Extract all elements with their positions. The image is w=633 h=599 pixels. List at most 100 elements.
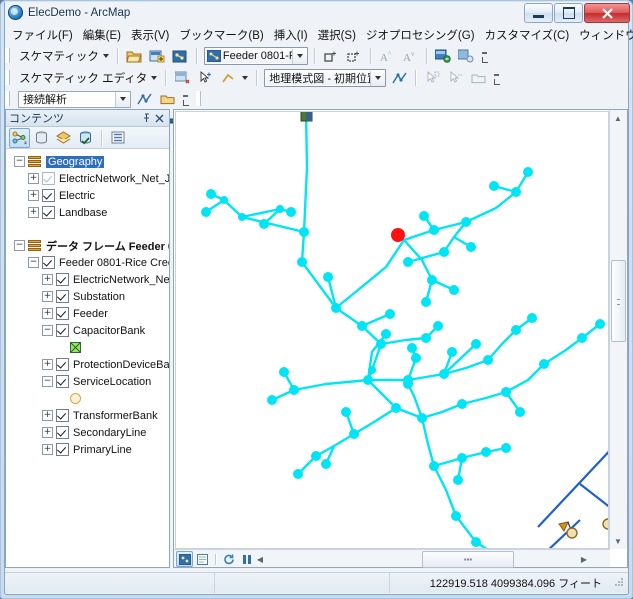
- list-by-source-icon[interactable]: [31, 128, 52, 148]
- layer-visibility-checkbox[interactable]: [56, 324, 69, 337]
- collapse-icon[interactable]: −: [28, 257, 39, 268]
- menu-edit[interactable]: 編集(E): [78, 24, 126, 46]
- toc-layer-servicelocation[interactable]: − ServiceLocation: [6, 373, 169, 390]
- toolbar-grip[interactable]: [196, 91, 202, 106]
- toc-layer-electric[interactable]: + Electric: [6, 187, 169, 204]
- save-edits-icon[interactable]: [172, 68, 193, 89]
- pin-icon[interactable]: [140, 112, 153, 125]
- vertical-scroll-thumb[interactable]: [611, 260, 626, 342]
- menu-customize[interactable]: カスタマイズ(C): [480, 24, 575, 46]
- expand-icon[interactable]: +: [28, 207, 39, 218]
- horizontal-scroll-thumb[interactable]: ▪▪▪: [422, 551, 514, 568]
- toc-dataframe-geography[interactable]: − Geography: [6, 153, 169, 170]
- toolbar-grip[interactable]: [5, 91, 10, 106]
- toc-layer-electricnetwork-net[interactable]: + ElectricNetwork_Net_: [6, 271, 169, 288]
- toc-layer-primaryline[interactable]: + PrimaryLine: [6, 441, 169, 458]
- layout-view-icon[interactable]: [194, 551, 211, 567]
- expand-icon[interactable]: +: [42, 291, 53, 302]
- font-increase-icon[interactable]: A ^: [377, 46, 398, 67]
- layer-visibility-checkbox[interactable]: [56, 358, 69, 371]
- data-view-icon[interactable]: [176, 551, 193, 567]
- expand-icon[interactable]: +: [42, 444, 53, 455]
- toc-layer-capacitorbank[interactable]: − CapacitorBank: [6, 322, 169, 339]
- resize-grip-icon[interactable]: [612, 575, 624, 587]
- layer-visibility-checkbox[interactable]: [56, 273, 69, 286]
- layer-visibility-checkbox[interactable]: [42, 206, 55, 219]
- diagram-list-icon[interactable]: [456, 46, 477, 67]
- open-diagram-icon[interactable]: [124, 46, 145, 67]
- schematic-editor-menu-label[interactable]: スケマティック エディタ: [16, 70, 149, 86]
- layer-visibility-checkbox[interactable]: [56, 409, 69, 422]
- layer-visibility-checkbox[interactable]: [56, 426, 69, 439]
- chevron-down-icon[interactable]: [151, 76, 158, 80]
- menu-selection[interactable]: 選択(S): [313, 24, 361, 46]
- toc-dataframe-feeder-0801[interactable]: − データ フレーム Feeder 0801: [6, 237, 169, 254]
- toc-layer-transformerbank[interactable]: + TransformerBank: [6, 407, 169, 424]
- maximize-button[interactable]: [554, 3, 583, 23]
- minimize-button[interactable]: [524, 3, 553, 23]
- menu-window[interactable]: ウィンドウ(W): [574, 24, 633, 46]
- menu-file[interactable]: ファイル(F): [7, 24, 78, 46]
- chevron-down-icon[interactable]: [242, 76, 249, 80]
- scroll-up-button[interactable]: ▲: [610, 110, 626, 126]
- layer-visibility-checkbox[interactable]: [56, 443, 69, 456]
- create-node-icon[interactable]: [321, 46, 342, 67]
- layer-visibility-checkbox[interactable]: [56, 307, 69, 320]
- create-link-icon[interactable]: [344, 46, 365, 67]
- close-icon[interactable]: [153, 112, 166, 125]
- schematic-editor-toolbar-overflow[interactable]: [492, 69, 501, 87]
- edit-link-icon[interactable]: [218, 68, 239, 89]
- layout-algorithm-combo[interactable]: 地理模式図 - 初期位置: [264, 69, 387, 87]
- toc-layer-feeder-0801-rice-creek[interactable]: − Feeder 0801-Rice Creek: [6, 254, 169, 271]
- font-decrease-icon[interactable]: Av: [400, 46, 421, 67]
- expand-icon[interactable]: +: [42, 427, 53, 438]
- refresh-icon[interactable]: [220, 551, 237, 567]
- toolbar-grip[interactable]: [5, 70, 10, 85]
- collapse-icon[interactable]: −: [14, 240, 25, 251]
- trace-task-dropdown[interactable]: [115, 91, 131, 107]
- layer-visibility-checkbox[interactable]: [42, 172, 55, 185]
- expand-icon[interactable]: +: [42, 359, 53, 370]
- layout-algorithm-dropdown[interactable]: [370, 70, 386, 86]
- toc-layer-electricnetwork-net-junctions[interactable]: + ElectricNetwork_Net_Jun: [6, 170, 169, 187]
- select-link-icon[interactable]: [445, 68, 466, 89]
- expand-icon[interactable]: +: [42, 410, 53, 421]
- toc-layer-protectiondevicebank[interactable]: + ProtectionDeviceBank: [6, 356, 169, 373]
- map-canvas[interactable]: [175, 111, 609, 549]
- collapse-icon[interactable]: −: [42, 376, 53, 387]
- expand-icon[interactable]: +: [42, 308, 53, 319]
- trace-task-combo[interactable]: 接続解析: [18, 90, 132, 108]
- close-button[interactable]: [584, 3, 630, 23]
- layer-visibility-checkbox[interactable]: [42, 189, 55, 202]
- schematic-toolbar-overflow[interactable]: [480, 47, 488, 65]
- expand-icon[interactable]: +: [42, 274, 53, 285]
- toolbar-grip[interactable]: [5, 48, 10, 63]
- layer-visibility-checkbox[interactable]: [42, 256, 55, 269]
- menu-view[interactable]: 表示(V): [126, 24, 174, 46]
- scroll-down-button[interactable]: ▼: [610, 533, 626, 549]
- toc-layer-substation[interactable]: + Substation: [6, 288, 169, 305]
- collapse-icon[interactable]: −: [42, 325, 53, 336]
- menu-geoprocessing[interactable]: ジオプロセシング(G): [361, 24, 480, 46]
- expand-icon[interactable]: +: [28, 173, 39, 184]
- select-node-icon[interactable]: [422, 68, 443, 89]
- layer-visibility-checkbox[interactable]: [56, 290, 69, 303]
- layout-algorithm-icon[interactable]: [389, 68, 410, 89]
- map-horizontal-scrollbar[interactable]: ◀ ▪▪▪ ▶: [174, 549, 610, 568]
- list-by-selection-icon[interactable]: [75, 128, 96, 148]
- refresh-diagram-icon[interactable]: [433, 46, 454, 67]
- container-icon[interactable]: [468, 68, 489, 89]
- schematic-menu-label[interactable]: スケマティック: [16, 48, 101, 64]
- diagram-selector-combo[interactable]: Feeder 0801-Rice: [203, 47, 308, 65]
- toc-options-icon[interactable]: [107, 128, 128, 148]
- toc-layer-secondaryline[interactable]: + SecondaryLine: [6, 424, 169, 441]
- toc-layer-landbase[interactable]: + Landbase: [6, 204, 169, 221]
- collapse-icon[interactable]: −: [14, 156, 25, 167]
- move-node-icon[interactable]: [195, 68, 216, 89]
- map-vertical-scrollbar[interactable]: ▲ ▼: [609, 110, 627, 549]
- flag-tool-icon[interactable]: [157, 89, 178, 110]
- chevron-down-icon[interactable]: [102, 54, 109, 58]
- layer-visibility-checkbox[interactable]: [56, 375, 69, 388]
- menu-insert[interactable]: 挿入(I): [269, 24, 313, 46]
- menu-bookmarks[interactable]: ブックマーク(B): [174, 24, 268, 46]
